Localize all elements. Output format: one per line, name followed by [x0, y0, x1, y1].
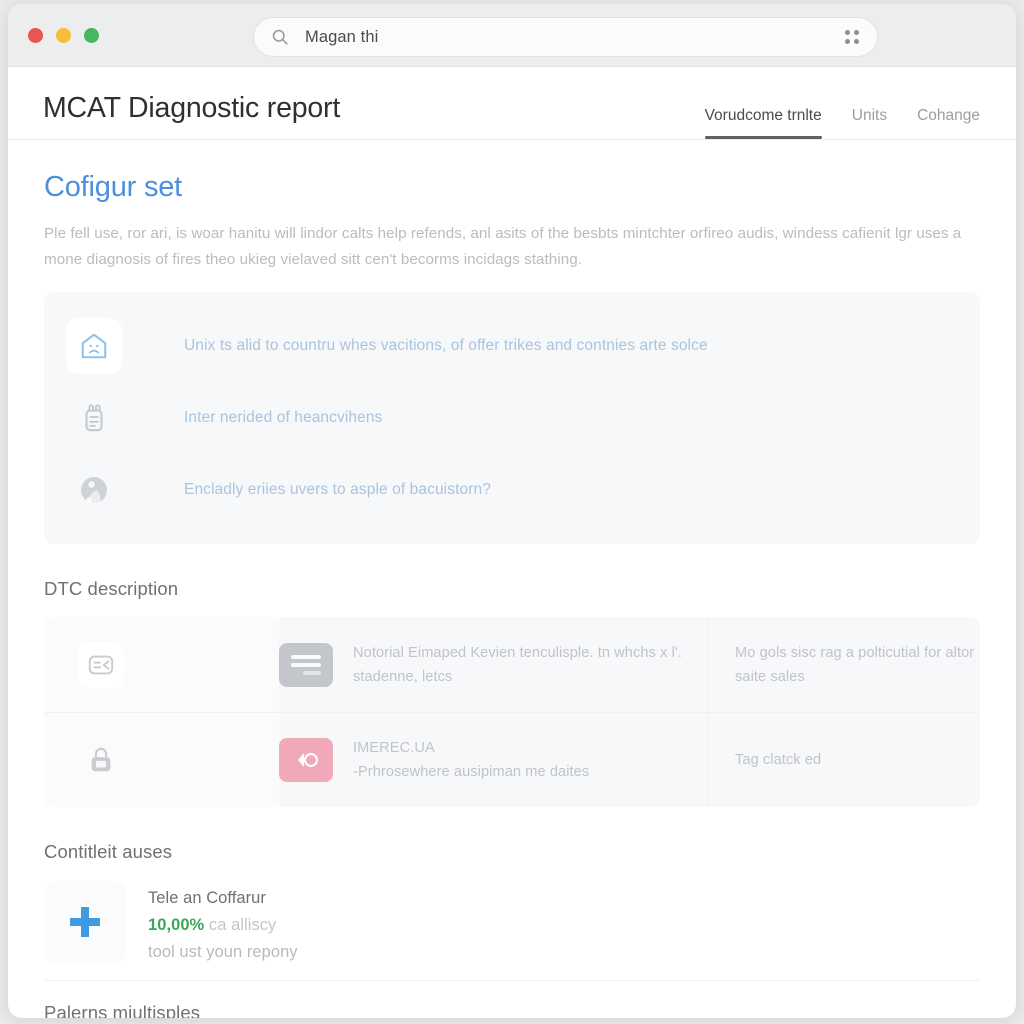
cause-note: tool ust youn repony — [148, 943, 298, 961]
table-cell-title: IMEREC.UA — [353, 740, 435, 756]
list-item-label: Inter nerided of heancvihens — [184, 409, 383, 426]
document-lines-thumb — [279, 642, 333, 687]
close-window-button[interactable] — [28, 27, 43, 43]
feature-card: Unix ts alid to countru whes vacitions, … — [44, 292, 980, 544]
table-cell-icon — [44, 617, 279, 712]
section-title: Cofigur set — [44, 171, 183, 203]
table-cell-subtitle: -Prhrosewhere ausipiman me daites — [353, 764, 590, 780]
page-header: MCAT Diagnostic report Vorudcome trnlte … — [8, 67, 1016, 140]
footer-heading: Palerns miultisples — [44, 1002, 201, 1018]
list-item[interactable]: Inter nerided of heancvihens — [44, 382, 980, 454]
table-row[interactable]: IMEREC.UA -Prhrosewhere ausipiman me dai… — [44, 712, 980, 807]
browser-window: Magan thi MCAT Diagnostic report Vorudco… — [8, 4, 1016, 1018]
search-bar[interactable]: Magan thi — [253, 17, 878, 57]
cause-stat: 10,00% ca alliscy — [148, 911, 298, 939]
page-content: Cofigur set Ple fell use, ror ari, is wo… — [8, 140, 1016, 1018]
list-item[interactable]: Encladly eriies uvers to asple of bacuis… — [44, 454, 980, 526]
lock-icon — [78, 737, 124, 783]
table-cell-note: Mo gols sisc rag a polticutial for altor… — [709, 617, 980, 712]
tab-vorudcome-trnlte[interactable]: Vorudcome trnlte — [704, 107, 822, 140]
cause-percent: 10,00% — [148, 916, 205, 934]
table-cell-text: Tag clatck ed — [735, 752, 822, 768]
search-icon — [272, 29, 288, 45]
page-title: MCAT Diagnostic report — [43, 91, 341, 124]
cause-percent-suffix: ca alliscy — [208, 916, 277, 934]
table-cell-text: Notorial Eimaped Kevien tenculisple. tn … — [353, 644, 682, 685]
code-block-icon — [78, 641, 124, 688]
window-controls — [28, 27, 99, 43]
search-input[interactable]: Magan thi — [305, 28, 845, 47]
table-cell-text: IMEREC.UA -Prhrosewhere ausipiman me dai… — [353, 736, 589, 784]
list-item[interactable]: Unix ts alid to countru whes vacitions, … — [44, 310, 980, 382]
circle-figure-icon — [66, 462, 122, 518]
grid-apps-icon[interactable] — [845, 30, 859, 44]
tab-cohange[interactable]: Cohange — [917, 107, 980, 140]
table-cell-description: IMEREC.UA -Prhrosewhere ausipiman me dai… — [279, 713, 709, 807]
media-play-thumb — [279, 738, 333, 782]
section-description: Ple fell use, ror ari, is woar hanitu wi… — [44, 225, 962, 268]
table-cell-note: Tag clatck ed — [709, 713, 980, 807]
list-item-label: Encladly eriies uvers to asple of bacuis… — [184, 481, 491, 498]
home-face-icon — [66, 318, 122, 374]
dtc-table: Notorial Eimaped Kevien tenculisple. tn … — [44, 617, 980, 807]
bag-document-icon — [66, 390, 122, 446]
title-bar: Magan thi — [8, 4, 1016, 67]
dtc-heading: DTC description — [44, 578, 179, 599]
table-cell-description: Notorial Eimaped Kevien tenculisple. tn … — [279, 617, 709, 712]
table-cell-icon — [44, 713, 279, 807]
plus-icon — [44, 881, 126, 963]
tab-bar: Vorudcome trnlte Units Cohange — [704, 107, 980, 140]
tab-units[interactable]: Units — [852, 107, 887, 140]
cause-title: Tele an Coffarur — [148, 889, 266, 907]
list-item-label: Unix ts alid to countru whes vacitions, … — [184, 337, 708, 354]
table-cell-text: Mo gols sisc rag a polticutial for altor… — [735, 644, 975, 685]
zoom-window-button[interactable] — [84, 27, 99, 43]
cause-item[interactable]: Tele an Coffarur 10,00% ca alliscy tool … — [44, 881, 980, 981]
minimize-window-button[interactable] — [56, 27, 71, 43]
table-row[interactable]: Notorial Eimaped Kevien tenculisple. tn … — [44, 617, 980, 712]
causes-heading: Contitleit auses — [44, 841, 173, 862]
cause-body: Tele an Coffarur 10,00% ca alliscy tool … — [148, 881, 298, 966]
